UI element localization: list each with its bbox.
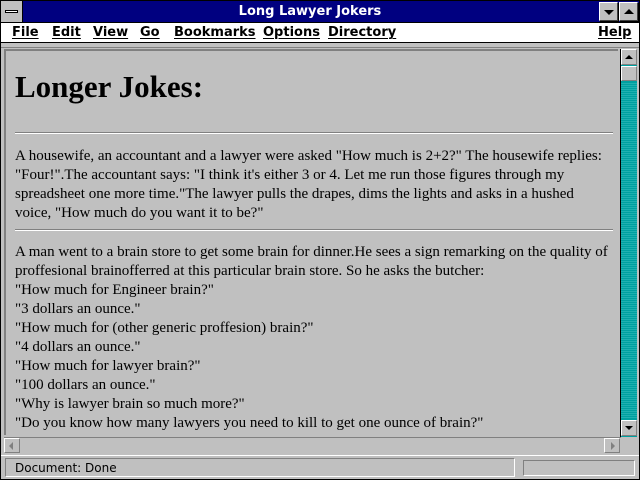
joke-2-line: "Do you know how many lawyers you need t… <box>15 415 484 431</box>
joke-2-line: "Why is lawyer brain so much more?" <box>15 396 245 412</box>
arrow-left-icon <box>9 442 13 450</box>
joke-2-line: "100 dollars an ounce." <box>15 377 156 393</box>
vertical-scroll-thumb[interactable] <box>621 66 637 81</box>
menu-bar: File Edit View Go Bookmarks Options Dire… <box>1 23 639 43</box>
scroll-right-button[interactable] <box>604 438 620 453</box>
scroll-left-button[interactable] <box>4 438 20 453</box>
vertical-scrollbar[interactable] <box>620 49 637 437</box>
menu-bookmarks[interactable]: Bookmarks <box>174 24 256 42</box>
joke-1-line: spreadsheet one more time."The lawyer pu… <box>15 186 574 202</box>
page-content: Longer Jokes: A housewife, an accountant… <box>4 49 618 435</box>
status-text: Document: Done <box>5 458 515 477</box>
joke-1: A housewife, an accountant and a lawyer … <box>15 147 613 223</box>
minimize-icon <box>604 10 614 15</box>
joke-1-line: voice, "How much do you want it to be?" <box>15 205 264 221</box>
arrow-right-icon <box>611 442 615 450</box>
divider-2 <box>15 229 613 231</box>
system-menu-icon <box>5 10 18 13</box>
joke-2-line: "How much for Engineer brain?" <box>15 282 214 298</box>
maximize-icon <box>624 9 634 14</box>
menu-options[interactable]: Options <box>263 24 320 42</box>
menu-help[interactable]: Help <box>598 24 631 42</box>
joke-2-line: "4 dollars an ounce." <box>15 339 141 355</box>
joke-1-line: A housewife, an accountant and a lawyer … <box>15 148 602 164</box>
divider-1 <box>15 132 613 134</box>
system-menu-button[interactable] <box>1 1 23 22</box>
minimize-button[interactable] <box>599 2 618 21</box>
joke-2: A man went to a brain store to get some … <box>15 243 613 433</box>
scroll-up-button[interactable] <box>621 49 637 65</box>
vertical-scroll-track[interactable] <box>621 83 637 419</box>
menu-view[interactable]: View <box>93 24 128 42</box>
scroll-down-button[interactable] <box>621 420 637 436</box>
joke-2-line: A man went to a brain store to get some … <box>15 244 608 260</box>
joke-1-line: "Four!".The accountant says: "I think it… <box>15 167 565 183</box>
maximize-button[interactable] <box>619 2 638 21</box>
page-heading: Longer Jokes: <box>15 69 204 104</box>
menu-edit[interactable]: Edit <box>52 24 81 42</box>
menu-file[interactable]: File <box>12 24 39 42</box>
arrow-down-icon <box>625 426 633 430</box>
toolbar-strip <box>1 43 639 48</box>
progress-indicator <box>523 460 635 476</box>
joke-2-line: "How much for lawyer brain?" <box>15 358 201 374</box>
joke-2-line: "How much for (other generic proffesion)… <box>15 320 314 336</box>
window-title: Long Lawyer Jokers <box>238 4 382 19</box>
browser-window: Long Lawyer Jokers File Edit View Go Boo… <box>0 0 640 480</box>
joke-2-line: proffesional brainofferred at this parti… <box>15 263 485 279</box>
menu-directory[interactable]: Directory <box>328 24 396 42</box>
title-bar[interactable]: Long Lawyer Jokers <box>1 1 639 23</box>
arrow-up-icon <box>625 55 633 59</box>
menu-go[interactable]: Go <box>140 24 160 42</box>
joke-2-line: "3 dollars an ounce." <box>15 301 141 317</box>
horizontal-scrollbar[interactable] <box>4 437 621 453</box>
status-bar: Document: Done <box>1 455 639 479</box>
